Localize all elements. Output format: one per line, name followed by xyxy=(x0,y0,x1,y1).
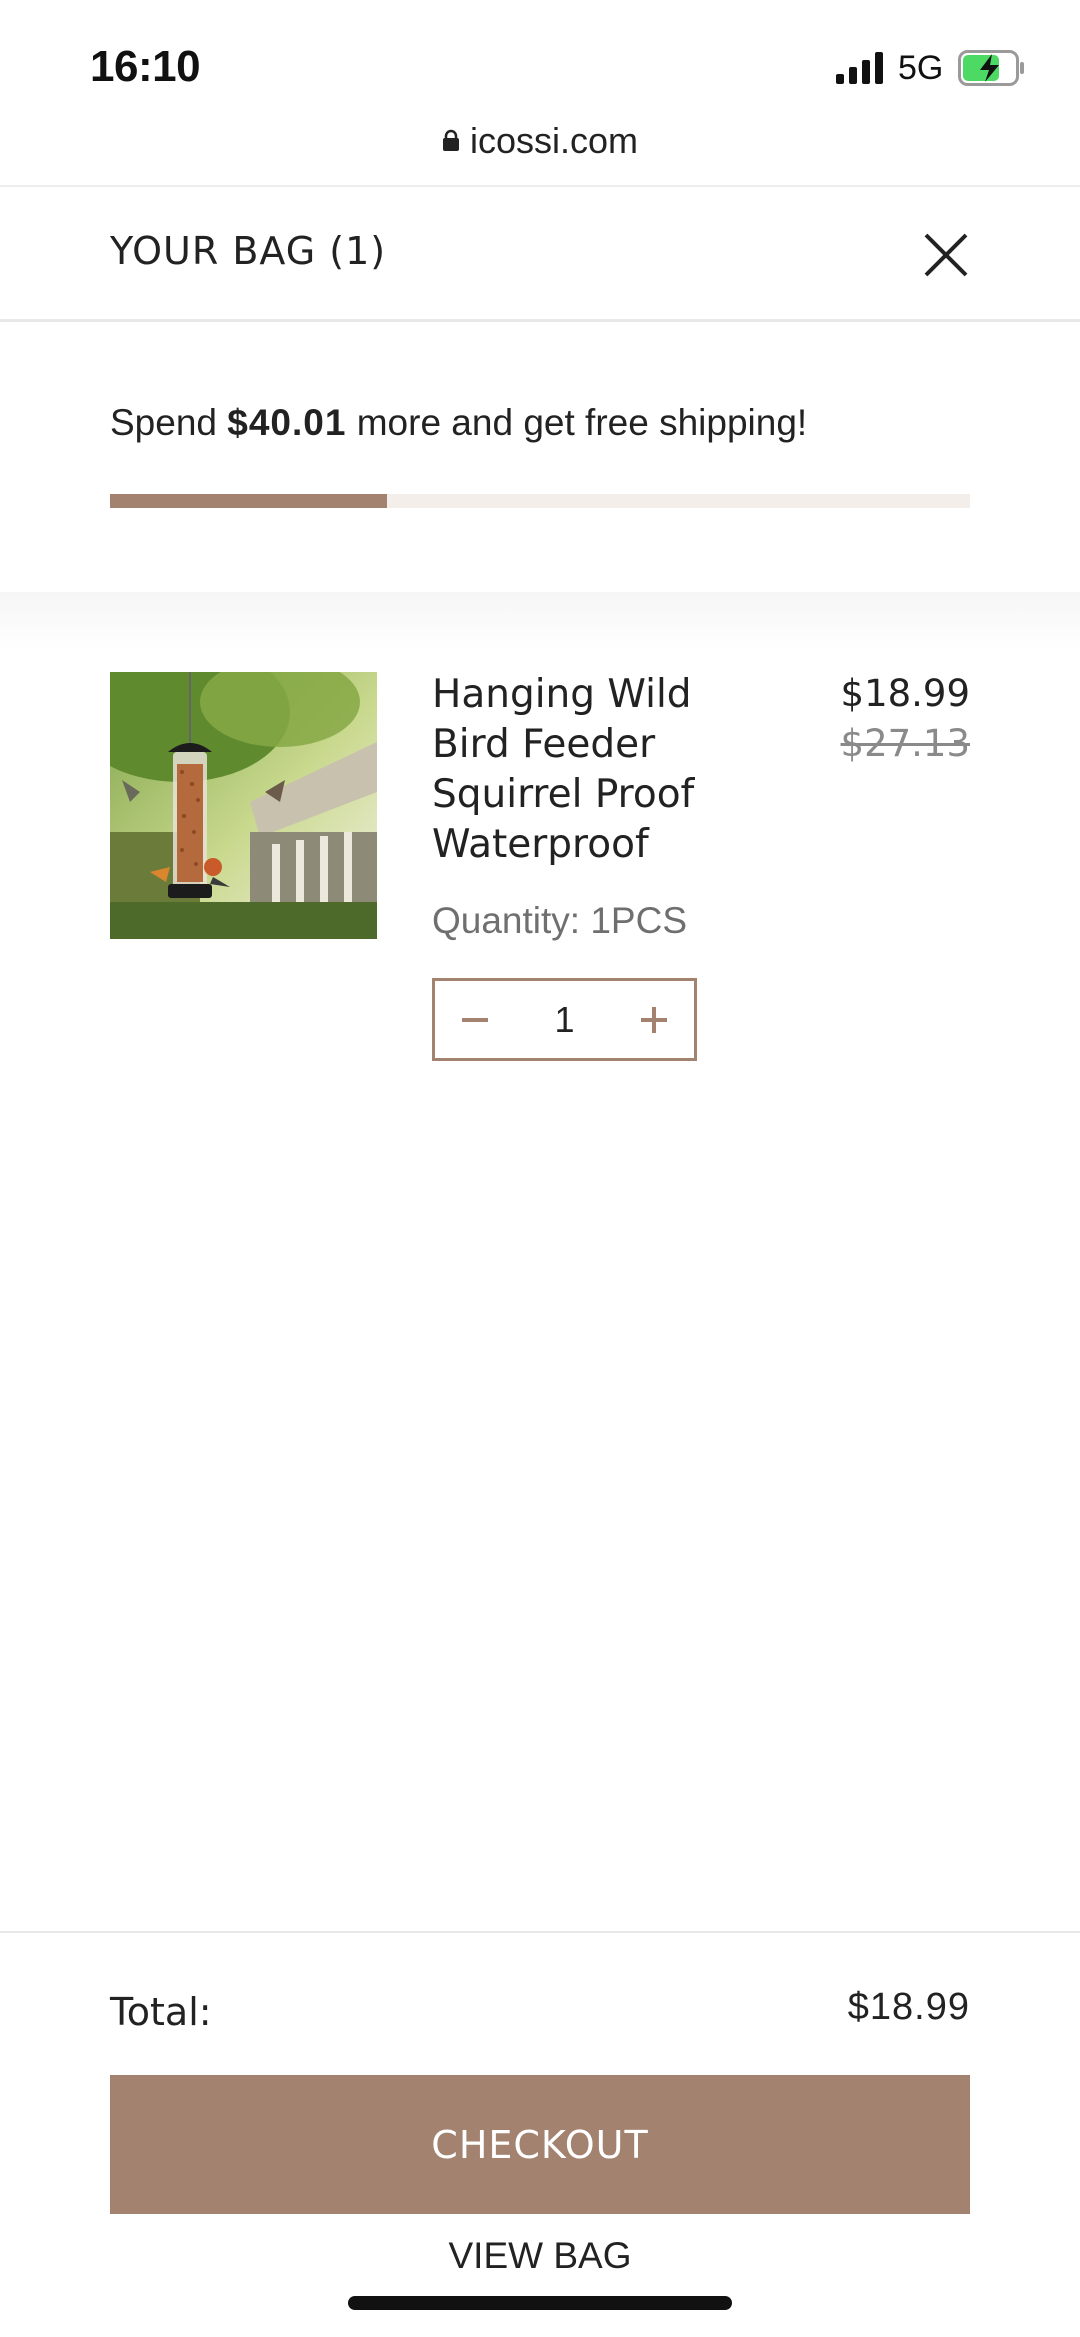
view-bag-link[interactable]: VIEW BAG xyxy=(0,2235,1080,2277)
quantity-stepper: 1 xyxy=(432,978,697,1061)
cellular-signal-icon xyxy=(836,52,883,84)
checkout-button[interactable]: CHECKOUT xyxy=(110,2075,970,2214)
shipping-suffix: more and get free shipping! xyxy=(346,402,808,443)
total-value: $18.99 xyxy=(847,1986,970,2028)
bag-header: YOUR BAG (1) xyxy=(0,187,1080,322)
battery-charging-icon xyxy=(958,50,1024,86)
footer-divider xyxy=(0,1931,1080,1933)
plus-icon xyxy=(641,1006,667,1033)
lock-icon xyxy=(442,130,459,152)
quantity-value[interactable]: 1 xyxy=(515,981,614,1058)
free-shipping-banner: Spend $40.01 more and get free shipping! xyxy=(0,322,1080,592)
url-text: icossi.com xyxy=(469,120,639,161)
free-shipping-message: Spend $40.01 more and get free shipping! xyxy=(110,402,807,444)
shipping-progress-fill xyxy=(110,494,387,508)
product-original-price: $27.13 xyxy=(840,722,970,765)
decrease-quantity-button[interactable] xyxy=(435,981,515,1058)
url-bar[interactable]: icossi.com xyxy=(0,120,1080,162)
status-bar: 16:10 5G xyxy=(0,0,1080,130)
product-variant: Quantity: 1PCS xyxy=(432,900,688,941)
increase-quantity-button[interactable] xyxy=(614,981,694,1058)
bird-feeder-image[interactable] xyxy=(110,672,377,939)
total-label: Total: xyxy=(110,1990,212,2034)
cart-item: Hanging Wild Bird Feeder Squirrel Proof … xyxy=(0,660,1080,1080)
shipping-amount: $40.01 xyxy=(227,402,347,443)
home-indicator xyxy=(348,2296,732,2310)
section-shadow xyxy=(0,592,1080,652)
close-icon[interactable] xyxy=(920,229,972,281)
minus-icon xyxy=(462,1017,488,1022)
shipping-progress-bar xyxy=(110,494,970,508)
shipping-prefix: Spend xyxy=(110,402,228,443)
status-time: 16:10 xyxy=(90,42,201,91)
product-price: $18.99 xyxy=(840,672,970,715)
product-name[interactable]: Hanging Wild Bird Feeder Squirrel Proof … xyxy=(432,670,762,870)
bag-title: YOUR BAG (1) xyxy=(110,229,387,273)
network-type: 5G xyxy=(898,49,944,87)
